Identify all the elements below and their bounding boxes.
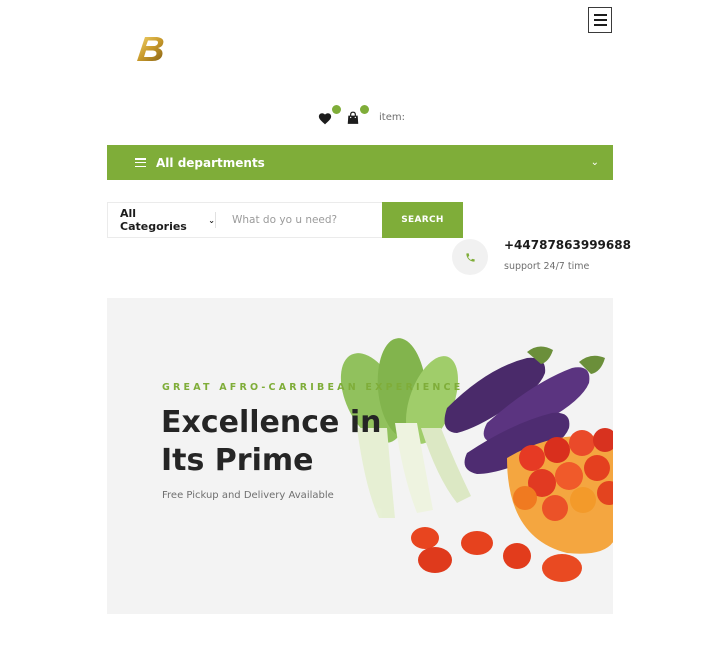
logo-icon bbox=[137, 37, 164, 61]
chevron-down-icon: ⌄ bbox=[590, 157, 599, 168]
search-input[interactable] bbox=[230, 213, 374, 227]
hero-title-line2: Its Prime bbox=[161, 443, 314, 478]
hero-subtitle: Free Pickup and Delivery Available bbox=[162, 490, 334, 501]
header-cart-row: item: bbox=[318, 105, 405, 126]
cart-count-badge bbox=[360, 105, 369, 114]
category-select-label: All Categories bbox=[120, 207, 187, 233]
support-text: support 24/7 time bbox=[504, 261, 590, 272]
menu-button[interactable] bbox=[588, 7, 612, 33]
search-divider bbox=[215, 212, 216, 228]
heart-icon bbox=[318, 113, 332, 125]
cart-item-text: item: bbox=[379, 111, 405, 123]
phone-icon bbox=[465, 252, 475, 262]
hamburger-icon bbox=[593, 14, 607, 16]
hero-kicker: GREAT AFRO-CARRIBEAN EXPERIENCE bbox=[162, 382, 464, 393]
search-form: All Categories ⌄ SEARCH bbox=[107, 202, 463, 238]
hero-title-line1: Excellence in bbox=[161, 405, 382, 440]
shopping-bag-icon bbox=[347, 111, 359, 124]
wishlist-link[interactable] bbox=[318, 105, 341, 125]
chevron-down-icon: ⌄ bbox=[208, 215, 215, 225]
wishlist-count-badge bbox=[332, 105, 341, 114]
hero-title: Excellence in Its Prime bbox=[161, 404, 421, 480]
departments-dropdown[interactable]: All departments ⌄ bbox=[107, 145, 613, 180]
phone-number[interactable]: +44787863999688 bbox=[504, 238, 631, 252]
phone-icon-circle bbox=[452, 239, 488, 275]
cart-link[interactable] bbox=[346, 105, 369, 124]
search-button[interactable]: SEARCH bbox=[382, 202, 463, 238]
list-icon bbox=[135, 158, 146, 167]
hero-banner: GREAT AFRO-CARRIBEAN EXPERIENCE Excellen… bbox=[107, 298, 613, 614]
category-select[interactable]: All Categories ⌄ bbox=[108, 203, 215, 237]
brand-logo[interactable] bbox=[133, 33, 169, 63]
departments-label: All departments bbox=[156, 155, 265, 170]
